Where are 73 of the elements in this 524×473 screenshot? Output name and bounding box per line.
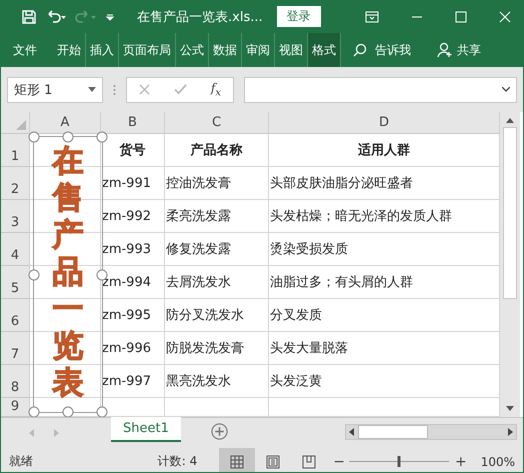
column-header[interactable]: B bbox=[101, 112, 165, 134]
name-box[interactable]: 矩形 1 bbox=[7, 76, 103, 102]
row-header[interactable]: 4 bbox=[1, 233, 30, 266]
ribbon-tab[interactable]: 开始 bbox=[53, 33, 86, 67]
status-text: 就绪 bbox=[9, 453, 33, 470]
row-header[interactable]: 1 bbox=[1, 134, 30, 167]
scroll-right-icon[interactable] bbox=[508, 428, 513, 436]
check-icon[interactable] bbox=[174, 84, 187, 95]
normal-view-button[interactable] bbox=[219, 448, 256, 472]
table-cell-text: 产品名称 bbox=[190, 142, 242, 159]
page-icon bbox=[266, 454, 280, 468]
share-button[interactable]: 共享 bbox=[431, 42, 487, 58]
ribbon-tab[interactable]: 数据 bbox=[209, 33, 242, 67]
row-header[interactable]: 3 bbox=[1, 200, 30, 233]
ribbon-tab[interactable]: 格式 bbox=[308, 33, 341, 67]
column-header[interactable]: D bbox=[269, 112, 500, 134]
row-header[interactable]: 8 bbox=[1, 365, 30, 398]
table-cell-text: 控油洗发膏 bbox=[166, 175, 231, 192]
row-header[interactable]: 7 bbox=[1, 332, 30, 365]
table-cell-text: 适用人群 bbox=[358, 142, 410, 159]
ribbon-tab[interactable]: 文件 bbox=[9, 33, 53, 67]
formula-input[interactable] bbox=[244, 76, 517, 102]
tell-me-button[interactable]: 告诉我 bbox=[347, 42, 417, 58]
column-header[interactable]: A bbox=[30, 112, 101, 134]
save-icon[interactable] bbox=[21, 8, 37, 24]
row-header[interactable]: 6 bbox=[1, 299, 30, 332]
grip-icon bbox=[113, 84, 116, 96]
table-cell-text: 防分叉洗发水 bbox=[166, 307, 244, 324]
row-header[interactable]: 5 bbox=[1, 266, 30, 299]
search-icon bbox=[353, 43, 367, 57]
table-cell-text: 货号 bbox=[120, 142, 146, 159]
login-button[interactable]: 登录 bbox=[276, 6, 321, 27]
column-header[interactable]: C bbox=[165, 112, 269, 134]
scrollbar-thumb[interactable] bbox=[503, 127, 517, 299]
horizontal-scrollbar[interactable] bbox=[345, 424, 517, 440]
page-break-icon bbox=[302, 454, 316, 468]
table-cell-text: 分叉发质 bbox=[270, 307, 322, 324]
table-cell-text: 黑亮洗发水 bbox=[166, 373, 231, 390]
row-header[interactable]: 9 bbox=[1, 398, 30, 417]
scroll-up-icon[interactable] bbox=[506, 118, 514, 123]
table-cell-text: 柔亮洗发露 bbox=[166, 208, 231, 225]
ribbon-tab[interactable]: 页面布局 bbox=[119, 33, 176, 67]
row-header[interactable]: 2 bbox=[1, 167, 30, 200]
customize-icon[interactable] bbox=[105, 12, 115, 22]
table-cell-text: 头发泛黄 bbox=[270, 373, 322, 390]
expand-icon bbox=[502, 87, 510, 92]
count-text: 计数: 4 bbox=[158, 453, 198, 470]
ribbon-tab[interactable]: 公式 bbox=[176, 33, 209, 67]
table-cell-text: 头发枯燥；暗无光泽的发质人群 bbox=[270, 208, 452, 225]
grid-icon bbox=[230, 454, 244, 468]
window-title: 在售产品一览表.xls... bbox=[137, 8, 263, 26]
zoom-out-button[interactable]: − bbox=[329, 454, 349, 470]
person-icon bbox=[437, 42, 453, 58]
close-icon[interactable] bbox=[499, 10, 511, 22]
scroll-down-icon[interactable] bbox=[506, 406, 514, 411]
table-cell-text: 去屑洗发水 bbox=[166, 274, 231, 291]
scroll-left-icon[interactable] bbox=[349, 428, 354, 436]
ribbon-tab[interactable]: 审阅 bbox=[242, 33, 275, 67]
table-cell-text: 头部皮肤油脂分泌旺盛者 bbox=[270, 175, 413, 192]
table-cell-text: 防脱发洗发膏 bbox=[166, 340, 244, 357]
insert-function-button[interactable]: f$_{x}$ bbox=[210, 80, 222, 98]
add-sheet-icon[interactable] bbox=[210, 423, 228, 440]
zoom-level[interactable]: 100% bbox=[480, 454, 515, 468]
table-cell-text: 烫染受损发质 bbox=[270, 241, 348, 258]
zoom-in-button[interactable]: + bbox=[450, 454, 471, 470]
ribbon-display-icon[interactable] bbox=[365, 10, 379, 22]
table-cell-text: 头发大量脱落 bbox=[270, 340, 348, 357]
sheet-tab[interactable]: Sheet1 bbox=[111, 417, 181, 442]
dropdown-icon bbox=[88, 87, 96, 92]
table-cell-text: 修复洗发露 bbox=[166, 241, 231, 258]
ribbon-tab[interactable]: 插入 bbox=[86, 33, 119, 67]
maximize-icon[interactable] bbox=[455, 10, 467, 22]
table-cell-text: 油脂过多；有头屑的人群 bbox=[270, 274, 413, 291]
